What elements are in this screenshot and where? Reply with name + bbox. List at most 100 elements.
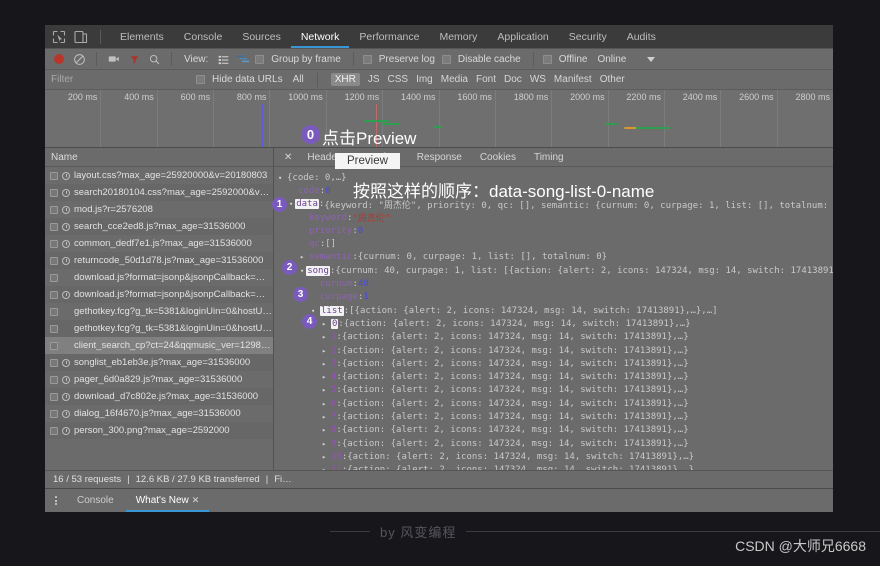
json-line[interactable]: ▸ 1: {action: {alert: 2, icons: 147324, m… bbox=[278, 331, 833, 344]
tab-elements[interactable]: Elements bbox=[110, 25, 174, 48]
tab-console[interactable]: Console bbox=[174, 25, 233, 48]
table-row[interactable]: gethotkey.fcg?g_tk=5381&loginUin=0&hostU… bbox=[45, 320, 273, 337]
chevron-down-icon[interactable]: ▾ bbox=[278, 174, 285, 182]
chevron-right-icon[interactable]: ▸ bbox=[322, 400, 329, 408]
chevron-right-icon[interactable]: ▸ bbox=[322, 440, 329, 448]
detail-tab-response[interactable]: Response bbox=[408, 152, 471, 163]
chevron-right-icon[interactable]: ▸ bbox=[322, 426, 329, 434]
json-line[interactable]: ▸ 10: {action: {alert: 2, icons: 147324, … bbox=[278, 450, 833, 463]
row-checkbox[interactable] bbox=[50, 409, 58, 418]
chevron-down-icon[interactable] bbox=[647, 56, 656, 62]
json-line[interactable]: ▸ 0: {action: {alert: 2, icons: 147324, m… bbox=[278, 317, 833, 330]
chevron-right-icon[interactable]: ▸ bbox=[322, 333, 329, 341]
row-checkbox[interactable] bbox=[50, 171, 58, 180]
chevron-right-icon[interactable]: ▸ bbox=[322, 360, 329, 368]
drawer-tab-whats-new[interactable]: What's New ✕ bbox=[126, 489, 210, 512]
close-icon[interactable]: ✕ bbox=[278, 152, 298, 163]
filter-font[interactable]: Font bbox=[476, 74, 496, 85]
waterfall-view-icon[interactable] bbox=[235, 51, 251, 67]
tab-sources[interactable]: Sources bbox=[232, 25, 291, 48]
chevron-right-icon[interactable]: ▸ bbox=[322, 373, 329, 381]
filter-other[interactable]: Other bbox=[600, 74, 625, 85]
search-icon[interactable] bbox=[146, 51, 162, 67]
chevron-right-icon[interactable]: ▸ bbox=[322, 386, 329, 394]
table-row[interactable]: download.js?format=jsonp&jsonpCallback=M… bbox=[45, 269, 273, 286]
tab-memory[interactable]: Memory bbox=[429, 25, 487, 48]
disable-cache-checkbox[interactable]: Disable cache bbox=[441, 54, 524, 65]
json-preview-tree[interactable]: ▾ {code: 0,…} code: 0 ▾ data: {keyword: "周杰伦… bbox=[274, 167, 833, 470]
preserve-log-checkbox[interactable]: Preserve log bbox=[362, 54, 438, 65]
detail-tab-timing[interactable]: Timing bbox=[525, 152, 573, 163]
list-view-icon[interactable] bbox=[215, 51, 231, 67]
row-checkbox[interactable] bbox=[50, 426, 58, 435]
table-row[interactable]: common_dedf7e1.js?max_age=31536000 bbox=[45, 235, 273, 252]
filter-img[interactable]: Img bbox=[416, 74, 433, 85]
tab-performance[interactable]: Performance bbox=[349, 25, 429, 48]
table-row[interactable]: search_cce2ed8.js?max_age=31536000 bbox=[45, 218, 273, 235]
chevron-right-icon[interactable]: ▸ bbox=[322, 453, 329, 461]
table-row[interactable]: dialog_16f4670.js?max_age=31536000 bbox=[45, 405, 273, 422]
filter-js[interactable]: JS bbox=[368, 74, 380, 85]
json-line[interactable]: ▾ list: [{action: {alert: 2, icons: 14732… bbox=[278, 304, 833, 317]
json-line[interactable]: ▸ 4: {action: {alert: 2, icons: 147324, m… bbox=[278, 370, 833, 383]
json-line[interactable]: ▸ 3: {action: {alert: 2, icons: 147324, m… bbox=[278, 357, 833, 370]
funnel-icon[interactable] bbox=[126, 51, 142, 67]
json-line[interactable]: ▸ 7: {action: {alert: 2, icons: 147324, m… bbox=[278, 410, 833, 423]
json-line[interactable]: qc: [] bbox=[278, 237, 833, 250]
table-row[interactable]: layout.css?max_age=25920000&v=20180803 bbox=[45, 167, 273, 184]
chevron-down-icon[interactable]: ▾ bbox=[289, 200, 293, 208]
table-row[interactable]: download_d7c802e.js?max_age=31536000 bbox=[45, 388, 273, 405]
filter-doc[interactable]: Doc bbox=[504, 74, 522, 85]
close-icon[interactable]: ✕ bbox=[192, 495, 200, 506]
offline-checkbox[interactable]: Offline bbox=[542, 54, 591, 65]
row-checkbox[interactable] bbox=[50, 375, 58, 384]
chevron-right-icon[interactable]: ▸ bbox=[322, 413, 329, 421]
row-checkbox[interactable] bbox=[50, 205, 58, 214]
group-by-frame-checkbox[interactable]: Group by frame bbox=[255, 54, 343, 65]
tab-application[interactable]: Application bbox=[487, 25, 558, 48]
row-checkbox[interactable] bbox=[50, 341, 58, 350]
camera-icon[interactable] bbox=[106, 51, 122, 67]
chevron-down-icon[interactable]: ▾ bbox=[311, 307, 318, 315]
table-row[interactable]: client_search_cp?ct=24&qqmusic_ver=1298&… bbox=[45, 337, 273, 354]
hide-data-urls-checkbox[interactable]: Hide data URLs bbox=[196, 74, 286, 85]
inspect-element-icon[interactable] bbox=[51, 29, 67, 45]
row-checkbox[interactable] bbox=[50, 392, 58, 401]
filter-manifest[interactable]: Manifest bbox=[554, 74, 592, 85]
table-row[interactable]: person_300.png?max_age=2592000 bbox=[45, 422, 273, 439]
row-checkbox[interactable] bbox=[50, 188, 58, 197]
json-line[interactable]: ▸ 6: {action: {alert: 2, icons: 147324, m… bbox=[278, 397, 833, 410]
row-checkbox[interactable] bbox=[50, 324, 58, 333]
clear-icon[interactable] bbox=[71, 51, 87, 67]
tab-audits[interactable]: Audits bbox=[617, 25, 666, 48]
row-checkbox[interactable] bbox=[50, 273, 58, 282]
json-line[interactable]: ▸11: {action: {alert: 2, icons: 147324, … bbox=[278, 464, 833, 470]
json-line[interactable]: priority: 0 bbox=[278, 224, 833, 237]
row-checkbox[interactable] bbox=[50, 239, 58, 248]
device-toolbar-icon[interactable] bbox=[73, 29, 89, 45]
table-row[interactable]: songlist_eb1eb3e.js?max_age=31536000 bbox=[45, 354, 273, 371]
chevron-right-icon[interactable]: ▸ bbox=[322, 320, 329, 328]
json-line[interactable]: ▸ semantic: {curnum: 0, curpage: 1, list:… bbox=[278, 251, 833, 264]
chevron-right-icon[interactable]: ▸ bbox=[300, 253, 307, 261]
record-icon[interactable] bbox=[51, 51, 67, 67]
table-row[interactable]: download.js?format=jsonp&jsonpCallback=… bbox=[45, 286, 273, 303]
table-row[interactable]: returncode_50d1d78.js?max_age=31536000 bbox=[45, 252, 273, 269]
filter-css[interactable]: CSS bbox=[388, 74, 409, 85]
json-line[interactable]: ▾ song: {curnum: 40, curpage: 1, list: [{… bbox=[278, 264, 833, 277]
table-row[interactable]: pager_6d0a829.js?max_age=31536000 bbox=[45, 371, 273, 388]
throttling-select[interactable]: Online bbox=[597, 54, 626, 65]
json-line[interactable]: ▸ 2: {action: {alert: 2, icons: 147324, m… bbox=[278, 344, 833, 357]
table-row[interactable]: mod.js?r=2576208 bbox=[45, 201, 273, 218]
table-row[interactable]: gethotkey.fcg?g_tk=5381&loginUin=0&hostU… bbox=[45, 303, 273, 320]
json-line[interactable]: curnum: 40 bbox=[278, 277, 833, 290]
row-checkbox[interactable] bbox=[50, 256, 58, 265]
filter-all[interactable]: All bbox=[293, 74, 304, 85]
drawer-tab-console[interactable]: Console bbox=[67, 489, 124, 512]
row-checkbox[interactable] bbox=[50, 290, 58, 299]
chevron-right-icon[interactable]: ▸ bbox=[322, 466, 329, 470]
filter-xhr[interactable]: XHR bbox=[330, 73, 360, 86]
chevron-right-icon[interactable]: ▸ bbox=[322, 347, 329, 355]
row-checkbox[interactable] bbox=[50, 358, 58, 367]
detail-tab-cookies[interactable]: Cookies bbox=[471, 152, 525, 163]
